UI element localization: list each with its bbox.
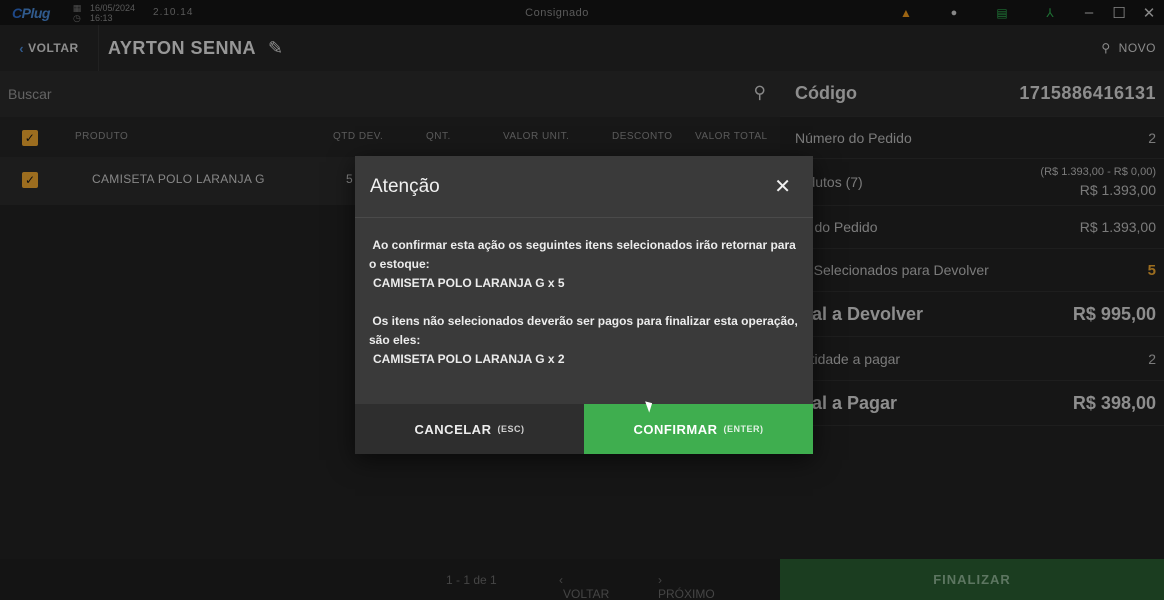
dialog-message-pay: Os itens não selecionados deverão ser pa…: [369, 314, 798, 347]
app-window: CPlug ▦ 16/05/2024 ◷ 16:13 2.10.14 Consign…: [0, 0, 1164, 600]
confirm-button[interactable]: CONFIRMAR (ENTER): [584, 404, 813, 454]
dialog-body: Ao confirmar esta ação os seguintes iten…: [355, 218, 813, 369]
dialog-message-return: Ao confirmar esta ação os seguintes iten…: [369, 238, 796, 271]
dialog-title: Atenção: [370, 176, 440, 197]
cancel-button[interactable]: CANCELAR (ESC): [355, 404, 584, 454]
dialog-actions: CANCELAR (ESC) CONFIRMAR (ENTER): [355, 404, 813, 454]
dialog-return-item: CAMISETA POLO LARANJA G x 5: [373, 276, 565, 290]
dialog-pay-item: CAMISETA POLO LARANJA G x 2: [373, 352, 565, 366]
confirm-dialog: Atenção ✕ Ao confirmar esta ação os segu…: [355, 156, 813, 454]
close-icon[interactable]: ✕: [774, 174, 791, 199]
dialog-header: Atenção ✕: [355, 156, 813, 218]
